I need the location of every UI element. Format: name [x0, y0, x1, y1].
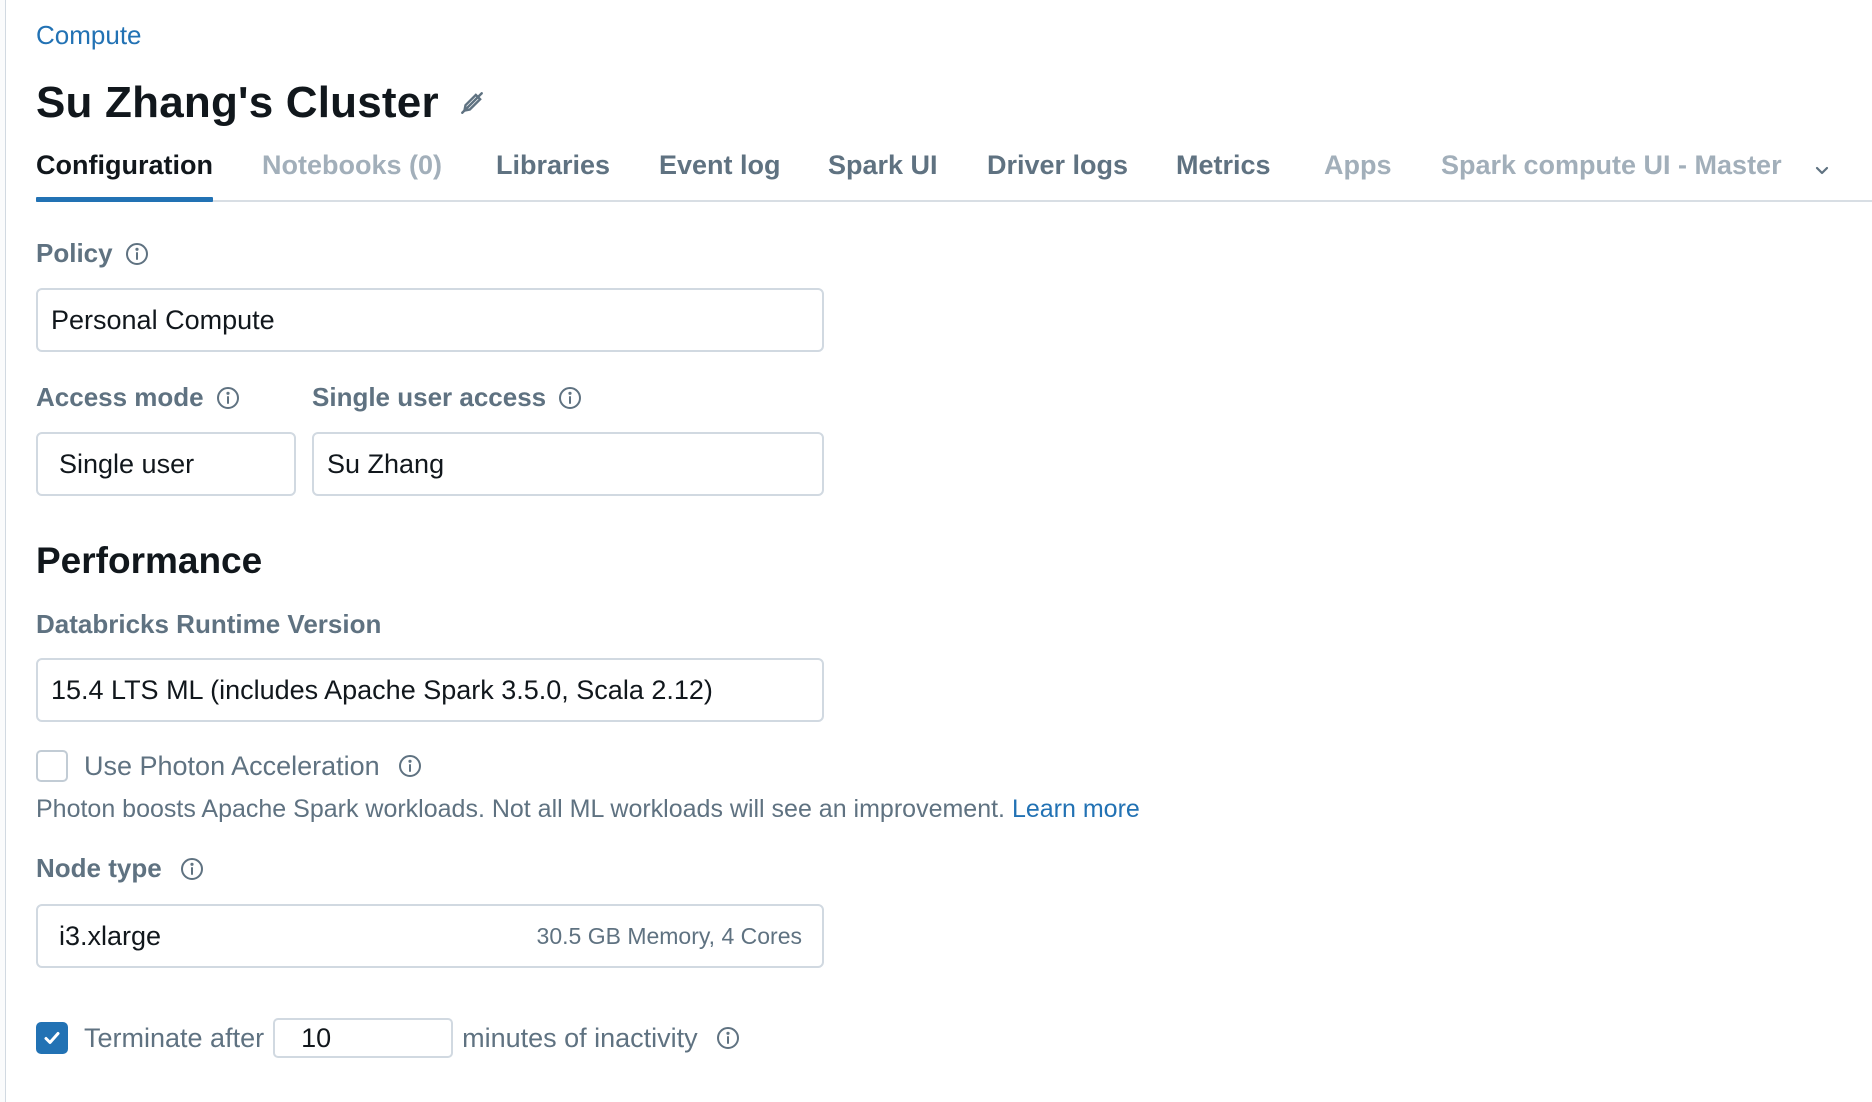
runtime-version-label: Databricks Runtime Version	[36, 609, 382, 639]
tab-configuration[interactable]: Configuration	[36, 150, 213, 202]
single-user-access-value: Su Zhang	[327, 448, 445, 479]
single-user-access-label-text: Single user access	[312, 382, 547, 412]
access-mode-label: Access mode	[36, 382, 240, 413]
info-icon[interactable]	[180, 857, 204, 881]
terminate-label-before: Terminate after	[84, 1022, 265, 1053]
access-mode-value: Single user	[59, 448, 195, 479]
node-type-label-text: Node type	[36, 853, 162, 883]
chevron-down-icon	[1812, 156, 1832, 187]
access-mode-label-text: Access mode	[36, 382, 204, 412]
node-type-detail: 30.5 GB Memory, 4 Cores	[536, 922, 802, 949]
photon-checkbox[interactable]	[36, 750, 68, 782]
page-title: Su Zhang's Cluster	[36, 78, 439, 127]
terminate-checkbox[interactable]	[36, 1022, 68, 1054]
runtime-version-value: 15.4 LTS ML (includes Apache Spark 3.5.0…	[51, 674, 713, 705]
info-icon[interactable]	[558, 386, 582, 410]
tab-driver-logs[interactable]: Driver logs	[987, 150, 1128, 200]
tab-spark-ui[interactable]: Spark UI	[828, 150, 938, 200]
terminate-label-after: minutes of inactivity	[462, 1022, 698, 1053]
tab-bar: Configuration Notebooks (0) Libraries Ev…	[36, 150, 1872, 202]
tab-dropdown-label: Spark compute UI - Master	[1441, 150, 1782, 180]
tab-metrics[interactable]: Metrics	[1176, 150, 1271, 200]
learn-more-link[interactable]: Learn more	[1012, 795, 1140, 823]
terminate-row: Terminate after minutes of inactivity	[36, 1018, 740, 1058]
node-type-label: Node type	[36, 853, 204, 884]
policy-label-text: Policy	[36, 238, 113, 268]
info-icon[interactable]	[125, 242, 149, 266]
title-row: Su Zhang's Cluster	[36, 78, 485, 128]
info-icon[interactable]	[216, 386, 240, 410]
info-icon[interactable]	[716, 1026, 740, 1050]
tab-event-log[interactable]: Event log	[659, 150, 781, 200]
policy-label: Policy	[36, 238, 149, 269]
cluster-detail-page: Compute Su Zhang's Cluster Configuration…	[36, 0, 1872, 1102]
edit-pencil-icon[interactable]	[459, 90, 485, 116]
terminate-minutes-input[interactable]	[273, 1018, 454, 1058]
tab-apps[interactable]: Apps	[1324, 150, 1392, 200]
policy-value: Personal Compute	[51, 304, 275, 335]
checkmark-icon	[44, 1032, 60, 1044]
single-user-access-label: Single user access	[312, 382, 582, 413]
tab-libraries[interactable]: Libraries	[496, 150, 610, 200]
policy-select[interactable]: Personal Compute	[36, 288, 824, 352]
access-mode-select[interactable]: Single user	[36, 432, 296, 496]
photon-help-text: Photon boosts Apache Spark workloads. No…	[36, 795, 1140, 824]
performance-heading: Performance	[36, 540, 263, 581]
single-user-access-select[interactable]: Su Zhang	[312, 432, 824, 496]
tab-notebooks[interactable]: Notebooks (0)	[262, 150, 442, 200]
breadcrumb-compute-link[interactable]: Compute	[36, 20, 142, 51]
tab-spark-compute-ui-dropdown[interactable]: Spark compute UI - Master	[1441, 150, 1832, 200]
info-icon[interactable]	[398, 754, 422, 778]
node-type-select[interactable]: i3.xlarge 30.5 GB Memory, 4 Cores	[36, 904, 824, 968]
photon-row: Use Photon Acceleration	[36, 750, 422, 782]
node-type-value: i3.xlarge	[59, 920, 162, 951]
photon-help-message: Photon boosts Apache Spark workloads. No…	[36, 795, 1005, 823]
photon-label: Use Photon Acceleration	[84, 750, 380, 781]
left-border	[0, 0, 6, 1102]
runtime-version-select[interactable]: 15.4 LTS ML (includes Apache Spark 3.5.0…	[36, 658, 824, 722]
